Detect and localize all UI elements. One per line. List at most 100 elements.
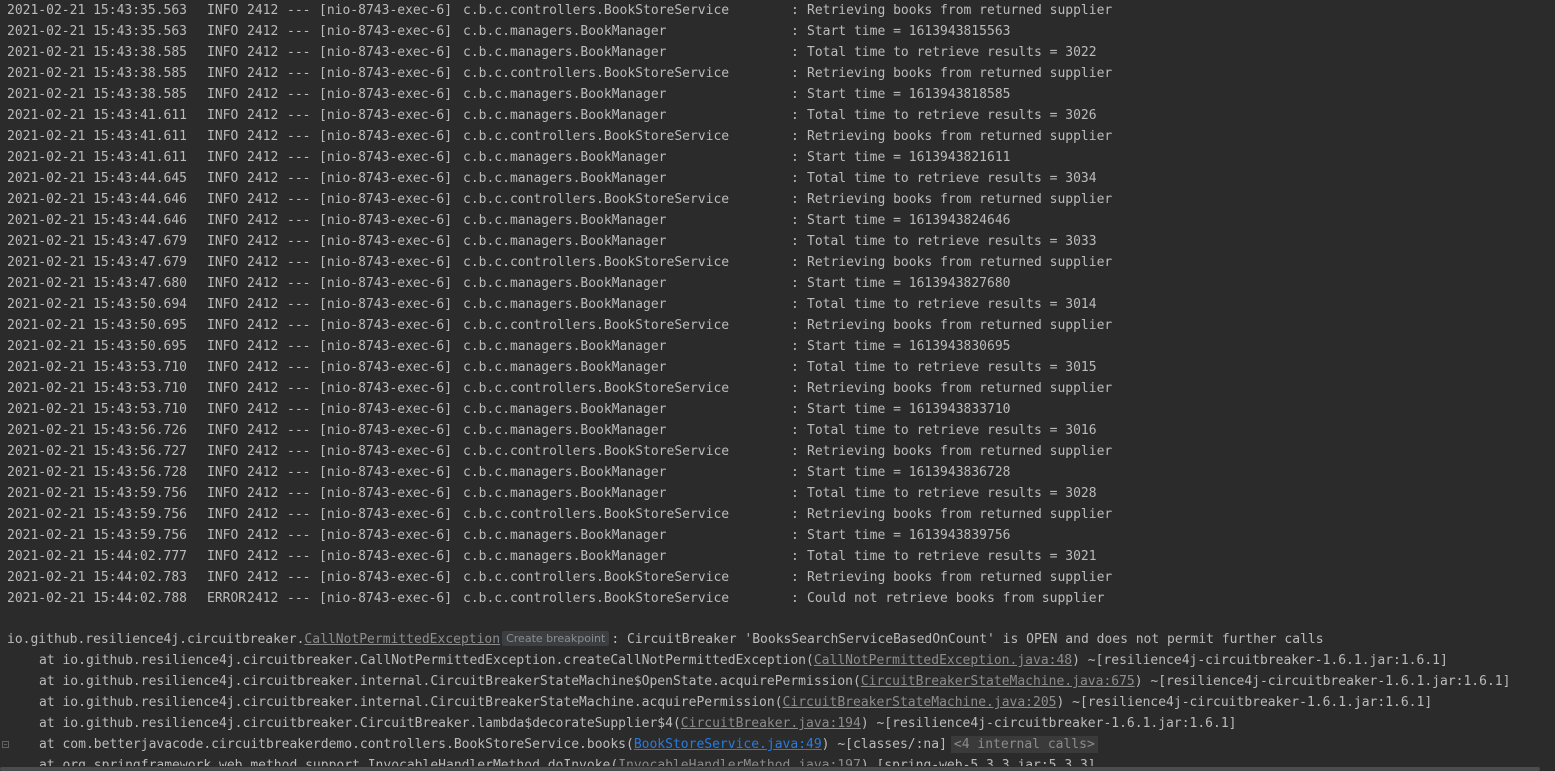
log-timestamp: 2021-02-21 15:43:59.756 — [7, 528, 188, 543]
stack-frame: at io.github.resilience4j.circuitbreaker… — [39, 692, 1432, 713]
log-pid: 2412 — [247, 507, 279, 522]
log-pid: 2412 — [247, 45, 279, 60]
log-level: INFO — [207, 24, 239, 39]
log-pid: 2412 — [247, 87, 279, 102]
log-pid: 2412 — [247, 402, 279, 417]
log-pid: 2412 — [247, 339, 279, 354]
log-thread: [nio-8743-exec-6] — [319, 150, 453, 165]
log-message: Total time to retrieve results = 3022 — [807, 45, 1097, 60]
log-colon: : — [791, 444, 799, 459]
log-logger: c.b.c.controllers.BookStoreService — [463, 255, 730, 270]
log-message: Start time = 1613943821611 — [807, 150, 1011, 165]
log-message: Total time to retrieve results = 3026 — [807, 108, 1097, 123]
log-pid: 2412 — [247, 24, 279, 39]
stack-frame-jar: ) ~[resilience4j-circuitbreaker-1.6.1.ja… — [1056, 695, 1433, 710]
log-timestamp: 2021-02-21 15:43:44.646 — [7, 213, 188, 228]
log-pid: 2412 — [247, 3, 279, 18]
log-message: Total time to retrieve results = 3033 — [807, 234, 1097, 249]
log-logger: c.b.c.managers.BookManager — [463, 423, 667, 438]
run-console: 2021-02-21 15:43:35.563 INFO 2412 --- [nio-8… — [0, 0, 1555, 771]
stack-frame-source-link[interactable]: CircuitBreakerStateMachine.java:205 — [783, 695, 1057, 710]
log-pid: 2412 — [247, 192, 279, 207]
internal-calls-toggle[interactable]: <4 internal calls> — [950, 736, 1098, 753]
log-logger: c.b.c.controllers.BookStoreService — [463, 318, 730, 333]
log-message: Retrieving books from returned supplier — [807, 318, 1113, 333]
log-logger: c.b.c.managers.BookManager — [463, 150, 667, 165]
log-timestamp: 2021-02-21 15:43:53.710 — [7, 402, 188, 417]
log-separator: --- — [287, 150, 311, 165]
log-thread: [nio-8743-exec-6] — [319, 213, 453, 228]
stack-frame-source-link[interactable]: CircuitBreaker.java:194 — [681, 716, 861, 731]
log-logger: c.b.c.managers.BookManager — [463, 45, 667, 60]
log-colon: : — [791, 87, 799, 102]
log-level: INFO — [207, 234, 239, 249]
exception-message: : CircuitBreaker 'BooksSearchServiceBase… — [611, 632, 1324, 647]
stack-frame: at io.github.resilience4j.circuitbreaker… — [39, 671, 1510, 692]
stack-frame-source-link[interactable]: CircuitBreakerStateMachine.java:675 — [861, 674, 1135, 689]
log-message: Start time = 1613943815563 — [807, 24, 1011, 39]
stack-frame-source-link[interactable]: BookStoreService.java:49 — [634, 737, 822, 752]
horizontal-scrollbar-thumb[interactable] — [0, 767, 1540, 771]
log-level: INFO — [207, 45, 239, 60]
log-logger: c.b.c.managers.BookManager — [463, 528, 667, 543]
log-colon: : — [791, 66, 799, 81]
log-separator: --- — [287, 276, 311, 291]
log-colon: : — [791, 549, 799, 564]
log-thread: [nio-8743-exec-6] — [319, 381, 453, 396]
log-level: INFO — [207, 213, 239, 228]
log-timestamp: 2021-02-21 15:44:02.788 — [7, 591, 188, 606]
exception-line: io.github.resilience4j.circuitbreaker.Ca… — [7, 629, 1324, 650]
log-pid: 2412 — [247, 591, 279, 606]
log-colon: : — [791, 423, 799, 438]
log-thread: [nio-8743-exec-6] — [319, 507, 453, 522]
log-level: INFO — [207, 87, 239, 102]
log-logger: c.b.c.controllers.BookStoreService — [463, 66, 730, 81]
log-level: INFO — [207, 486, 239, 501]
log-separator: --- — [287, 24, 311, 39]
log-colon: : — [791, 297, 799, 312]
log-separator: --- — [287, 591, 311, 606]
fold-icon[interactable] — [2, 741, 9, 748]
log-level: INFO — [207, 423, 239, 438]
log-thread: [nio-8743-exec-6] — [319, 528, 453, 543]
log-colon: : — [791, 171, 799, 186]
log-message: Retrieving books from returned supplier — [807, 66, 1113, 81]
log-thread: [nio-8743-exec-6] — [319, 402, 453, 417]
log-timestamp: 2021-02-21 15:43:53.710 — [7, 381, 188, 396]
log-message: Retrieving books from returned supplier — [807, 381, 1113, 396]
stack-frame-method: at io.github.resilience4j.circuitbreaker… — [39, 653, 814, 668]
log-level: INFO — [207, 402, 239, 417]
log-logger: c.b.c.managers.BookManager — [463, 24, 667, 39]
log-pid: 2412 — [247, 108, 279, 123]
log-separator: --- — [287, 213, 311, 228]
log-logger: c.b.c.managers.BookManager — [463, 171, 667, 186]
log-level: INFO — [207, 150, 239, 165]
log-separator: --- — [287, 507, 311, 522]
log-message: Total time to retrieve results = 3015 — [807, 360, 1097, 375]
log-logger: c.b.c.controllers.BookStoreService — [463, 507, 730, 522]
stack-frame-method: at com.betterjavacode.circuitbreakerdemo… — [39, 737, 634, 752]
log-pid: 2412 — [247, 423, 279, 438]
log-message: Start time = 1613943824646 — [807, 213, 1011, 228]
exception-class-link[interactable]: CallNotPermittedException — [304, 632, 500, 647]
stack-frame-source-link[interactable]: CallNotPermittedException.java:48 — [814, 653, 1072, 668]
create-breakpoint-button[interactable]: Create breakpoint — [502, 631, 610, 646]
log-separator: --- — [287, 549, 311, 564]
log-message: Retrieving books from returned supplier — [807, 3, 1113, 18]
log-logger: c.b.c.controllers.BookStoreService — [463, 591, 730, 606]
log-colon: : — [791, 570, 799, 585]
log-separator: --- — [287, 234, 311, 249]
log-timestamp: 2021-02-21 15:43:47.679 — [7, 255, 188, 270]
log-pid: 2412 — [247, 528, 279, 543]
log-thread: [nio-8743-exec-6] — [319, 234, 453, 249]
log-level: INFO — [207, 255, 239, 270]
stack-frame-method: at io.github.resilience4j.circuitbreaker… — [39, 674, 861, 689]
log-thread: [nio-8743-exec-6] — [319, 297, 453, 312]
log-pid: 2412 — [247, 465, 279, 480]
log-timestamp: 2021-02-21 15:43:56.726 — [7, 423, 188, 438]
log-timestamp: 2021-02-21 15:43:59.756 — [7, 486, 188, 501]
log-message: Total time to retrieve results = 3034 — [807, 171, 1097, 186]
log-pid: 2412 — [247, 381, 279, 396]
log-separator: --- — [287, 339, 311, 354]
horizontal-scrollbar[interactable] — [0, 766, 1555, 771]
